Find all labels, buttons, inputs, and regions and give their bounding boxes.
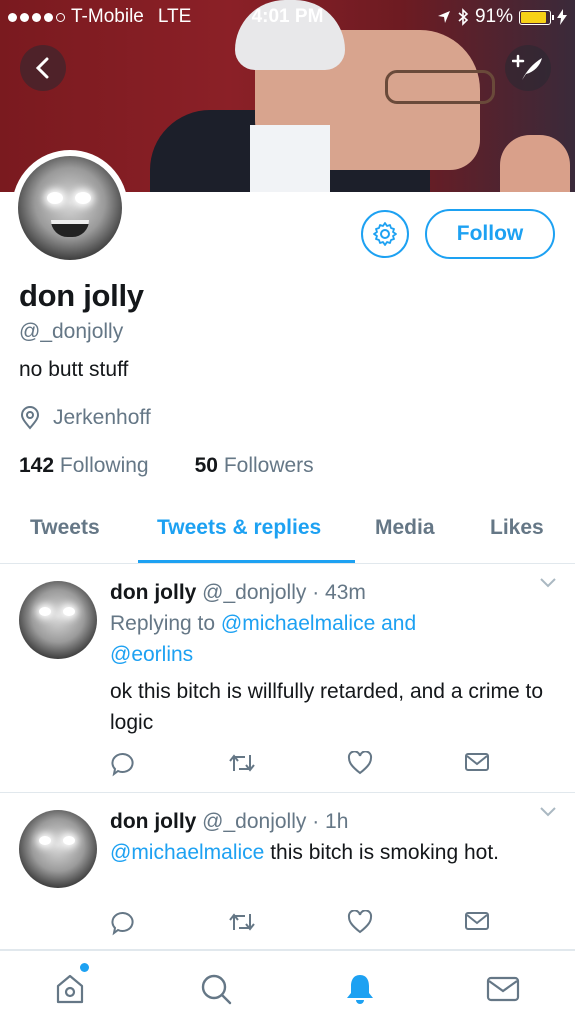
retweet-icon[interactable] xyxy=(227,910,257,934)
profile-location: Jerkenhoff xyxy=(19,406,151,430)
nav-messages[interactable] xyxy=(483,969,523,1009)
gear-icon xyxy=(373,222,397,246)
tweet-text-block: @michaelmalice this bitch is smoking hot… xyxy=(110,837,555,868)
tweet-time: · 1h xyxy=(312,810,349,833)
bluetooth-icon xyxy=(458,8,469,26)
heart-icon[interactable] xyxy=(347,751,373,775)
compose-button[interactable] xyxy=(505,45,551,91)
home-icon xyxy=(56,974,84,1004)
reply-icon[interactable] xyxy=(110,910,136,936)
battery-percent: 91% xyxy=(474,6,513,27)
tweet-author-name: don jolly xyxy=(110,810,197,833)
tweet-item[interactable]: don jolly @_donjolly · 1h @michaelmalice… xyxy=(0,794,575,950)
tweet-replying-to: Replying to @michaelmalice and xyxy=(110,608,555,639)
tweet-author-handle: @_donjolly xyxy=(202,581,307,604)
status-bar: T-Mobile LTE 4:01 PM 91% xyxy=(0,0,575,34)
chevron-down-icon[interactable] xyxy=(539,577,557,589)
tweet-author-handle: @_donjolly xyxy=(202,810,307,833)
tweet-body: don jolly @_donjolly · 1h @michaelmalice… xyxy=(110,806,555,868)
nav-notifications[interactable] xyxy=(340,969,380,1009)
replying-mention[interactable]: @michaelmalice and xyxy=(221,612,416,635)
chevron-down-icon[interactable] xyxy=(539,806,557,818)
tweet-actions xyxy=(110,751,490,777)
envelope-icon[interactable] xyxy=(464,751,490,773)
chevron-left-icon xyxy=(35,57,49,79)
followers-stat[interactable]: 50 Followers xyxy=(195,454,314,478)
following-stat[interactable]: 142 Following xyxy=(19,454,149,478)
banner-glasses xyxy=(385,70,495,104)
avatar-image xyxy=(18,156,122,260)
tweet-time: · 43m xyxy=(312,581,366,604)
tweet-header: don jolly @_donjolly · 1h xyxy=(110,806,555,837)
banner-hand xyxy=(500,135,570,192)
search-icon xyxy=(201,974,232,1005)
tweet-mention[interactable]: @michaelmalice xyxy=(110,841,264,864)
heart-icon[interactable] xyxy=(347,910,373,934)
envelope-icon xyxy=(486,976,520,1002)
tweet-item[interactable]: don jolly @_donjolly · 43m Replying to @… xyxy=(0,565,575,793)
active-tab-indicator xyxy=(138,560,355,563)
followers-count: 50 xyxy=(194,454,218,477)
battery-icon xyxy=(519,9,554,25)
profile-bio: no butt stuff xyxy=(19,358,129,381)
display-name: don jolly xyxy=(19,278,144,313)
nav-search[interactable] xyxy=(196,969,236,1009)
tweet-author-name: don jolly xyxy=(110,581,197,604)
tweet-body: don jolly @_donjolly · 43m Replying to @… xyxy=(110,577,555,738)
replying-prefix: Replying to xyxy=(110,612,216,635)
following-label: Following xyxy=(59,454,149,477)
location-pin-icon xyxy=(20,406,40,430)
tweet-actions xyxy=(110,910,490,936)
back-button[interactable] xyxy=(20,45,66,91)
retweet-icon[interactable] xyxy=(227,751,257,775)
followers-label: Followers xyxy=(223,454,314,477)
compose-icon xyxy=(512,54,542,80)
location-label[interactable]: Jerkenhoff xyxy=(53,406,151,430)
tweet-text: ok this bitch is willfully retarded, and… xyxy=(110,680,544,734)
battery-fill xyxy=(521,11,547,23)
nav-home[interactable] xyxy=(50,969,90,1009)
tweet-avatar[interactable] xyxy=(19,810,97,888)
settings-button[interactable] xyxy=(361,210,409,258)
tab-tweets[interactable]: Tweets xyxy=(30,516,100,540)
replying-mention-2[interactable]: @eorlins xyxy=(110,639,555,670)
bell-icon xyxy=(347,975,373,1004)
reply-icon[interactable] xyxy=(110,751,136,777)
location-arrow-icon xyxy=(437,11,450,23)
tweet-text: this bitch is smoking hot. xyxy=(270,841,499,864)
banner-collar xyxy=(250,125,330,192)
following-count: 142 xyxy=(19,454,55,477)
bottom-nav xyxy=(0,950,575,1024)
profile-tabs: Tweets Tweets & replies Media Likes xyxy=(0,508,575,564)
tweet-avatar[interactable] xyxy=(19,581,97,659)
tweet-header: don jolly @_donjolly · 43m xyxy=(110,577,555,608)
profile-handle: @_donjolly xyxy=(19,320,124,343)
status-right: 91% xyxy=(437,6,567,28)
profile-avatar[interactable] xyxy=(12,150,128,266)
tab-tweets-replies[interactable]: Tweets & replies xyxy=(157,516,321,540)
tab-likes[interactable]: Likes xyxy=(490,516,544,540)
charging-icon xyxy=(557,9,567,25)
tab-media[interactable]: Media xyxy=(375,516,435,540)
follow-button[interactable]: Follow xyxy=(425,209,555,259)
envelope-icon[interactable] xyxy=(464,910,490,932)
profile-stats: 142 Following 50 Followers xyxy=(19,454,314,478)
